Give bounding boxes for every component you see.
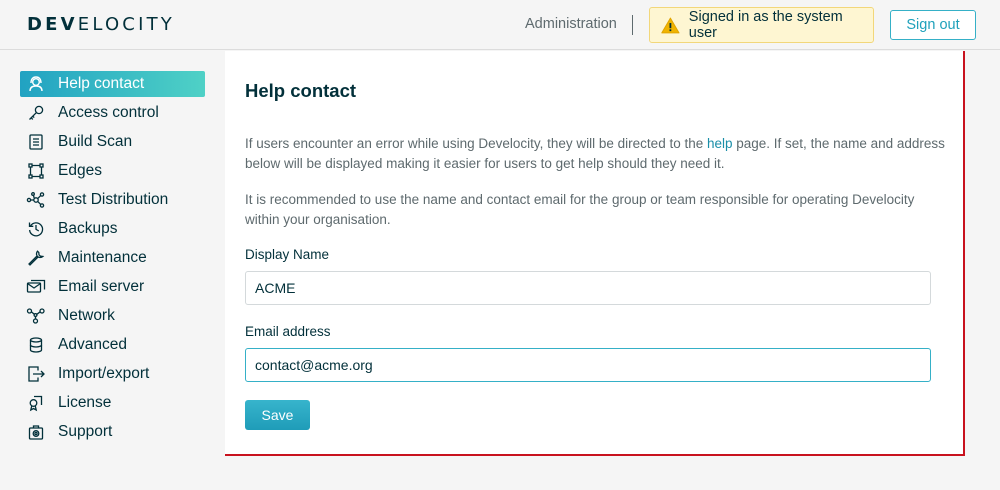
display-name-label: Display Name	[245, 247, 330, 262]
sidebar-item-edges[interactable]: Edges	[20, 158, 205, 184]
edges-icon	[26, 161, 46, 181]
sidebar-item-label: Edges	[58, 162, 102, 179]
sidebar-item-label: Maintenance	[58, 249, 147, 266]
help-link[interactable]: help	[707, 136, 733, 151]
key-icon	[26, 103, 46, 123]
system-user-text: Signed in as the system user	[688, 9, 843, 41]
sidebar-item-label: Network	[58, 307, 115, 324]
sidebar-item-label: Build Scan	[58, 133, 133, 150]
sidebar-item-label: Support	[58, 423, 113, 440]
system-user-banner: Signed in as the system user	[649, 7, 874, 43]
sidebar-item-label: Import/export	[58, 365, 150, 382]
sidebar-item-label: License	[58, 394, 112, 411]
recommendation-paragraph: It is recommended to use the name and co…	[245, 192, 915, 227]
sidebar-item-backups[interactable]: Backups	[20, 216, 205, 242]
network-nodes-icon	[26, 190, 46, 210]
support-icon	[26, 422, 46, 442]
nav-divider	[632, 15, 633, 35]
document-list-icon	[26, 132, 46, 152]
wrench-icon	[26, 248, 46, 268]
develocity-logo[interactable]: DEVELOCITY	[27, 14, 175, 35]
help-contact-panel: Help contact If users encounter an error…	[225, 51, 965, 456]
sidebar-item-advanced[interactable]: Advanced	[20, 332, 205, 358]
administration-link[interactable]: Administration	[525, 16, 617, 32]
admin-sidebar: Help contact Access control Build Scan E…	[0, 51, 225, 490]
description-paragraph: If users encounter an error while using …	[245, 136, 945, 171]
page-title: Help contact	[245, 80, 357, 101]
sidebar-item-license[interactable]: License	[20, 390, 205, 416]
help-contact-icon	[26, 74, 46, 94]
email-icon	[26, 277, 46, 297]
warning-icon	[661, 17, 680, 33]
sign-out-button[interactable]: Sign out	[890, 10, 976, 40]
history-icon	[26, 219, 46, 239]
sidebar-item-label: Access control	[58, 104, 159, 121]
sidebar-item-label: Test Distribution	[58, 191, 169, 208]
sidebar-item-access-control[interactable]: Access control	[20, 100, 205, 126]
sidebar-item-network[interactable]: Network	[20, 303, 205, 329]
sidebar-item-label: Help contact	[58, 75, 145, 92]
sidebar-item-label: Backups	[58, 220, 118, 237]
top-bar: DEVELOCITY Administration Signed in as t…	[0, 0, 1000, 50]
sidebar-item-support[interactable]: Support	[20, 419, 205, 445]
import-export-icon	[26, 364, 46, 384]
sidebar-item-import-export[interactable]: Import/export	[20, 361, 205, 387]
email-address-input[interactable]	[245, 348, 931, 382]
email-address-label: Email address	[245, 324, 331, 339]
sidebar-item-test-distribution[interactable]: Test Distribution	[20, 187, 205, 213]
sidebar-item-build-scan[interactable]: Build Scan	[20, 129, 205, 155]
network-icon	[26, 306, 46, 326]
display-name-input[interactable]	[245, 271, 931, 305]
sidebar-item-email-server[interactable]: Email server	[20, 274, 205, 300]
sidebar-item-maintenance[interactable]: Maintenance	[20, 245, 205, 271]
database-icon	[26, 335, 46, 355]
sidebar-item-label: Email server	[58, 278, 145, 295]
sidebar-item-label: Advanced	[58, 336, 127, 353]
license-icon	[26, 393, 46, 413]
sidebar-item-help-contact[interactable]: Help contact	[20, 71, 205, 97]
save-button[interactable]: Save	[245, 400, 310, 430]
